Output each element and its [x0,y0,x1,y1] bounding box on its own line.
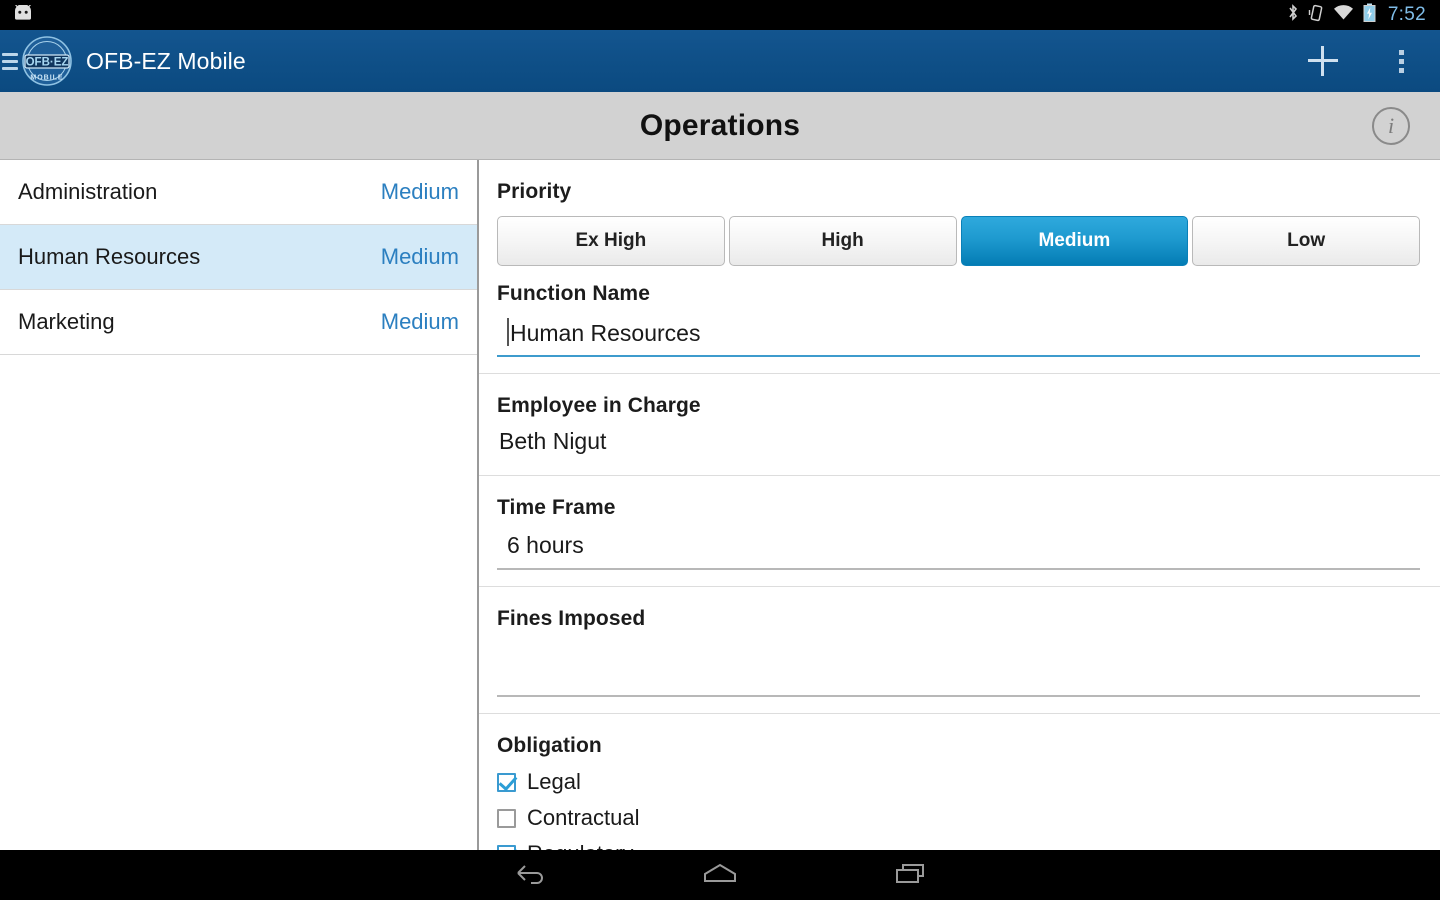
info-icon[interactable]: i [1372,106,1410,145]
hamburger-line [2,66,18,70]
checkbox-unchecked-icon[interactable] [497,808,516,828]
info-glyph: i [1387,112,1395,138]
hamburger-menu-icon[interactable] [2,52,18,70]
overflow-menu-icon [1398,49,1404,73]
list-item-label: Human Resources [18,244,201,269]
priority-option-high[interactable]: High [728,216,957,266]
main-content: Administration Medium Human Resources Me… [0,160,1440,850]
ofb-ez-logo[interactable]: OFB·EZ MOBILE [20,34,74,88]
priority-label: Priority [497,180,572,203]
status-right-icons: 7:52 [1287,3,1426,27]
hamburger-line [2,59,18,63]
app-bar: OFB·EZ MOBILE OFB-EZ Mobile [0,30,1440,92]
obligation-option-regulatory[interactable]: Regulatory [497,836,1420,850]
battery-charging-icon [1363,3,1376,27]
checkbox-checked-icon[interactable] [497,844,516,850]
obligation-option-label: Legal [527,769,581,794]
priority-section: Priority Ex High High Medium Low Functio… [479,160,1440,374]
time-frame-label: Time Frame [497,496,616,519]
time-frame-input[interactable]: 6 hours [497,528,1420,570]
recents-button[interactable] [884,858,936,892]
home-icon [701,861,739,890]
add-button[interactable] [1306,44,1340,78]
system-status-bar: 7:52 [0,0,1440,30]
hamburger-line [2,52,18,56]
checkbox-checked-icon[interactable] [497,772,516,792]
bluetooth-icon [1287,3,1299,27]
obligation-option-label: Contractual [527,805,640,830]
wifi-icon [1333,4,1354,26]
obligation-option-legal[interactable]: Legal [497,764,1420,800]
android-head-icon [12,3,34,26]
priority-option-low[interactable]: Low [1192,216,1420,266]
status-left-icons [12,3,34,26]
system-navigation-bar [0,850,1440,900]
device-screen: 7:52 OFB·EZ MOBILE OFB-EZ Mobile Operati… [0,0,1440,900]
page-header: Operations i [0,92,1440,160]
obligation-label: Obligation [497,734,602,757]
employee-in-charge-section: Employee in Charge Beth Nigut [479,374,1440,476]
list-item-human-resources[interactable]: Human Resources Medium [0,225,477,290]
obligation-checkbox-list: Legal Contractual Regulatory [497,764,1420,850]
obligation-section: Obligation Legal Contractual Regulatory [479,714,1440,850]
svg-text:OFB·EZ: OFB·EZ [26,56,69,68]
vibrate-icon [1308,3,1324,27]
dot [1398,58,1404,64]
list-item-priority: Medium [380,179,459,204]
employee-in-charge-value[interactable]: Beth Nigut [497,426,1420,459]
page-title: Operations [639,108,801,142]
time-frame-value: 6 hours [507,532,584,558]
back-button[interactable] [504,858,556,892]
svg-text:MOBILE: MOBILE [30,75,63,82]
list-item-administration[interactable]: Administration Medium [0,160,477,225]
priority-option-ex-high[interactable]: Ex High [497,216,725,266]
obligation-option-label: Regulatory [527,841,633,850]
status-clock: 7:52 [1387,4,1426,25]
fines-imposed-input[interactable] [497,639,1420,697]
back-icon [513,862,547,889]
function-name-value: Human Resources [510,320,701,346]
plus-icon [1308,46,1338,76]
employee-in-charge-label: Employee in Charge [497,394,701,417]
list-item-priority: Medium [380,309,459,334]
function-name-label: Function Name [497,282,650,305]
fines-imposed-label: Fines Imposed [497,607,646,630]
fines-imposed-section: Fines Imposed [479,587,1440,714]
priority-segmented-control: Ex High High Medium Low [497,216,1420,266]
detail-form-pane: Priority Ex High High Medium Low Functio… [479,160,1440,850]
time-frame-section: Time Frame 6 hours [479,476,1440,587]
list-item-marketing[interactable]: Marketing Medium [0,290,477,355]
priority-option-medium[interactable]: Medium [960,216,1189,266]
recents-icon [894,861,926,890]
list-item-label: Marketing [18,309,115,334]
text-caret [507,318,509,346]
list-item-priority: Medium [380,244,459,269]
home-button[interactable] [694,858,746,892]
app-bar-actions [1306,44,1418,78]
function-name-input[interactable]: Human Resources [497,314,1420,357]
function-list-pane: Administration Medium Human Resources Me… [0,160,479,850]
obligation-option-contractual[interactable]: Contractual [497,800,1420,836]
app-title: OFB-EZ Mobile [86,47,246,74]
dot [1398,67,1404,73]
dot [1398,49,1404,55]
list-item-label: Administration [18,179,158,204]
overflow-menu-button[interactable] [1384,44,1418,78]
